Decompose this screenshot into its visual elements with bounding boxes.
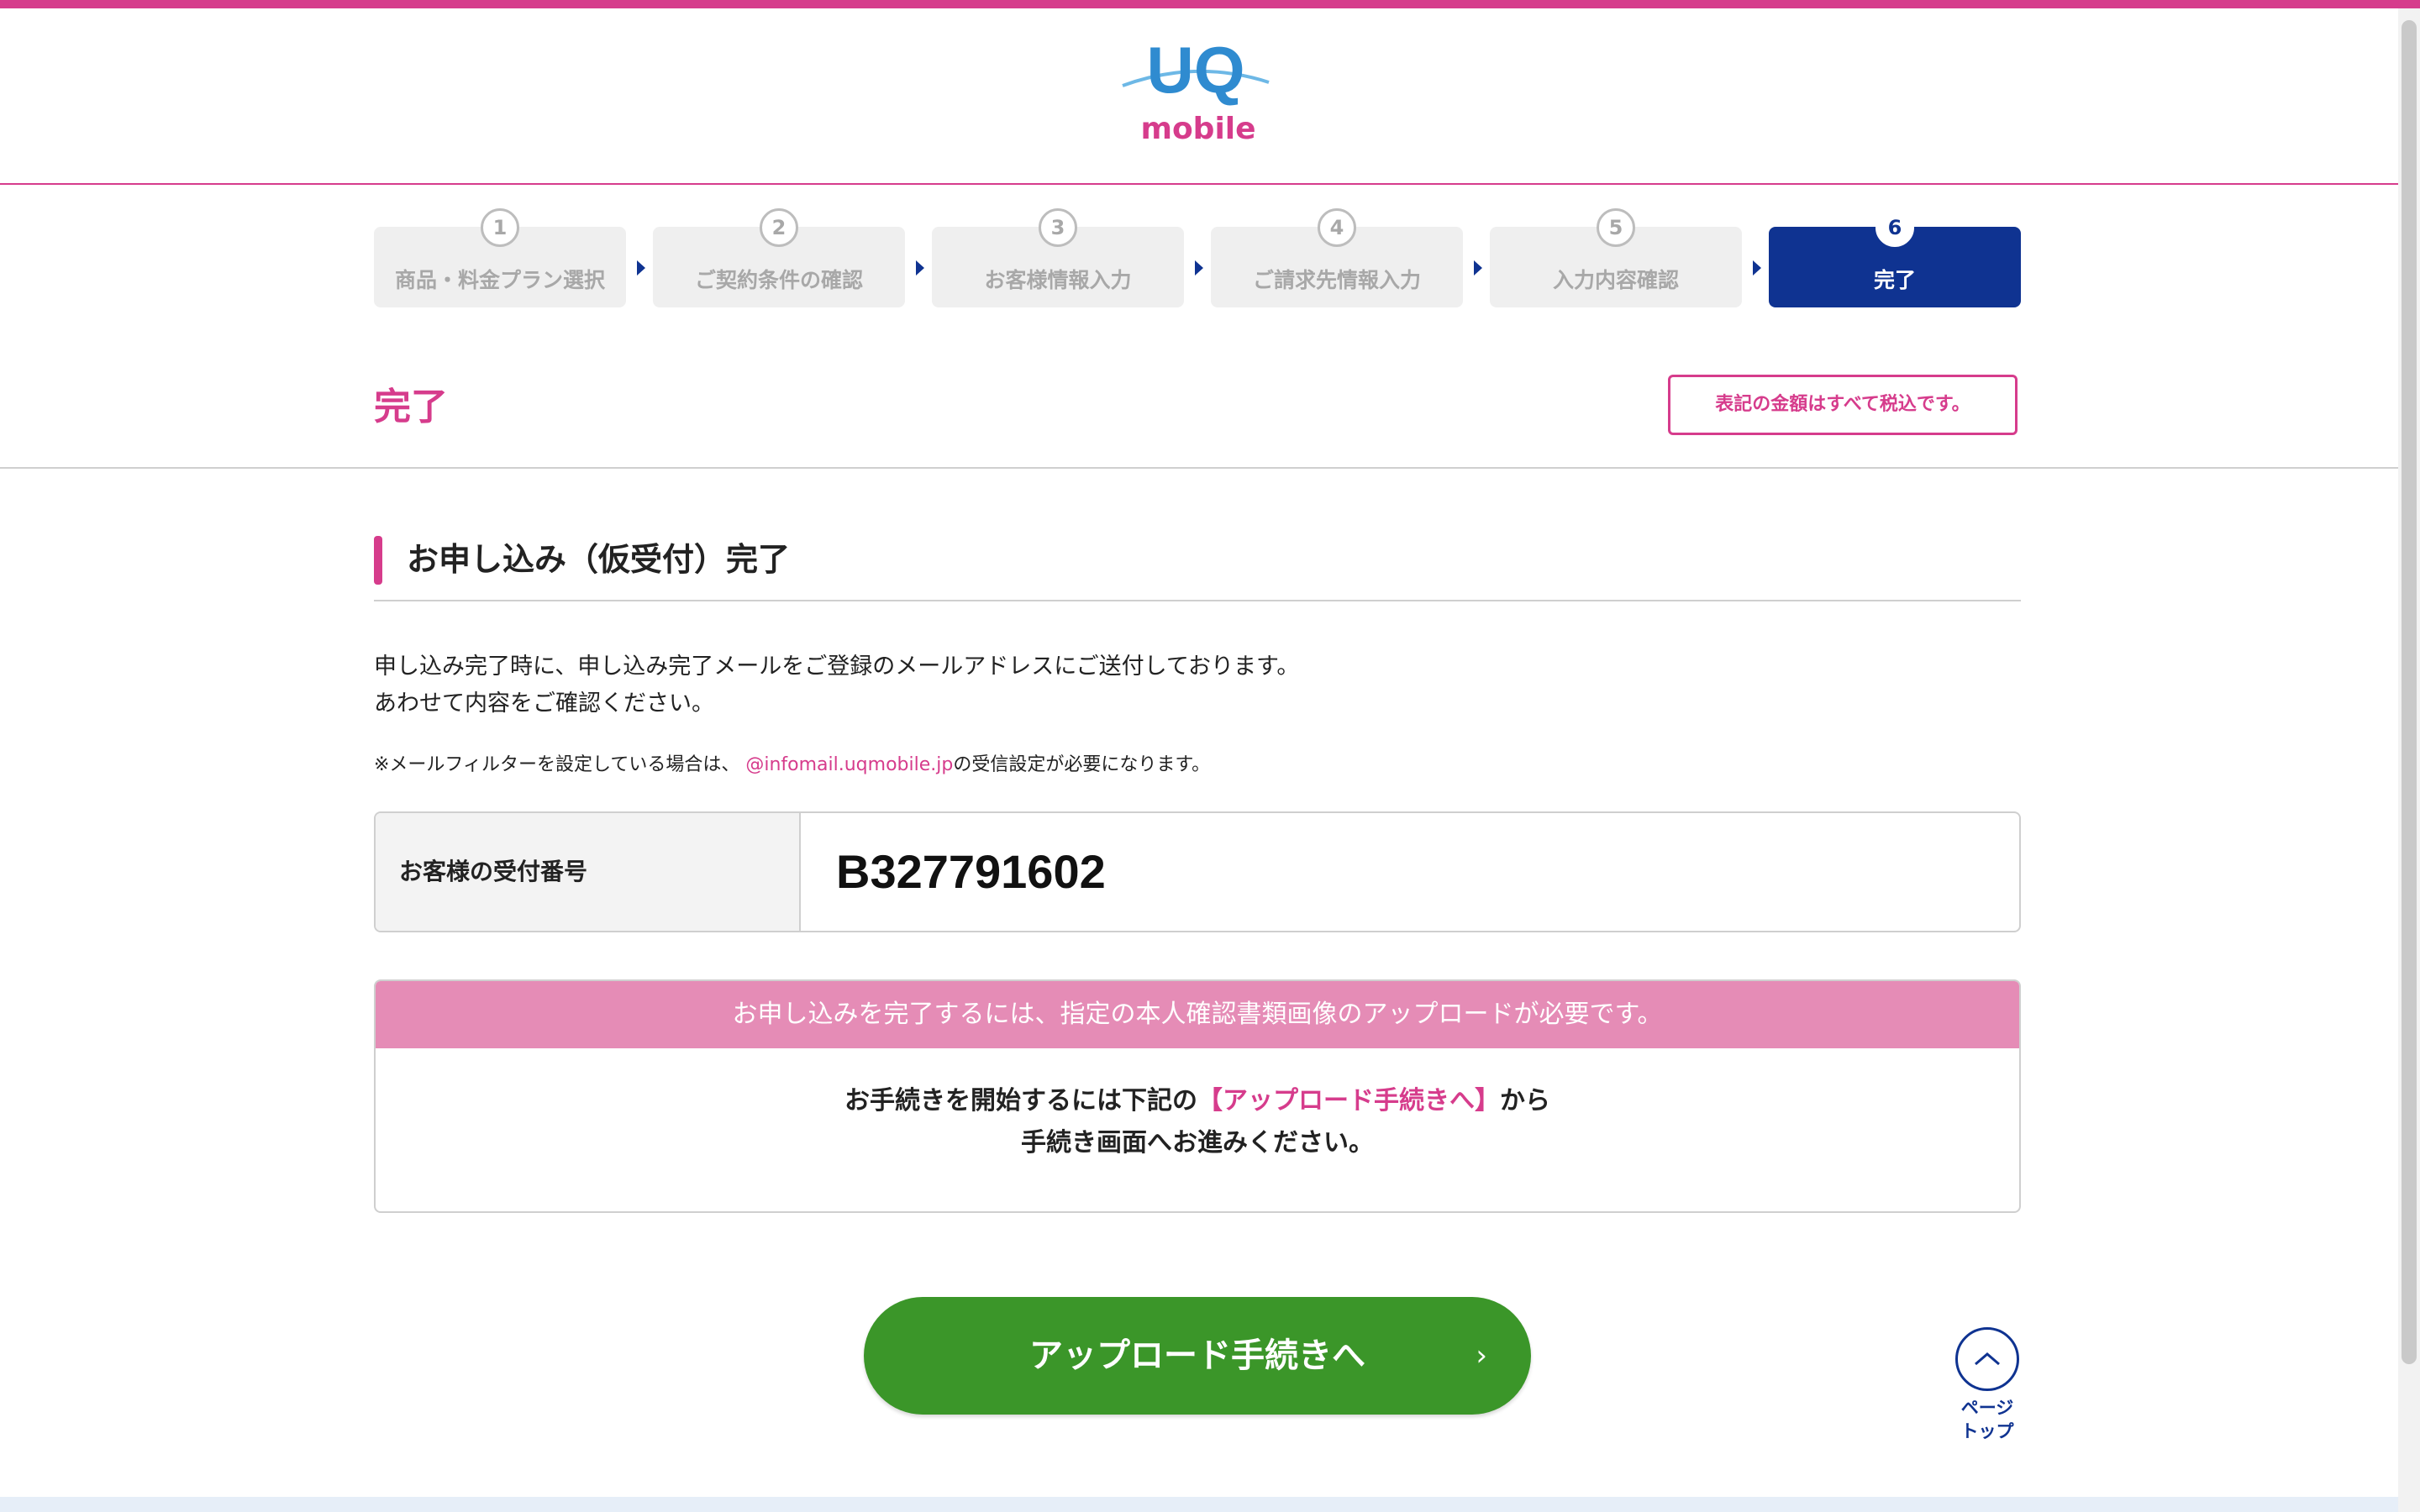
progress-steps: 1 商品・料金プラン選択 2 ご契約条件の確認 3 お客様情報入力 4 ご請求先… — [374, 208, 2021, 311]
notice-highlight: 【アップロード手続きへ】 — [1197, 1086, 1500, 1116]
notice-text: お手続きを開始するには下記の — [844, 1086, 1197, 1116]
tax-note-badge: 表記の金額はすべて税込です。 — [1668, 375, 2018, 435]
step-arrow-icon — [1195, 260, 1203, 276]
step-2: 2 ご契約条件の確認 — [653, 208, 905, 307]
receipt-number-label: お客様の受付番号 — [376, 813, 801, 931]
notice-line-1: お手続きを開始するには下記の【アップロード手続きへ】から — [376, 1080, 2019, 1122]
top-accent-bar — [0, 0, 2420, 8]
upload-procedure-button[interactable]: アップロード手続きへ › — [864, 1297, 1531, 1415]
step-number: 5 — [1597, 208, 1635, 247]
page-title: 完了 — [374, 386, 448, 428]
page-top-button[interactable]: ページ トップ — [1951, 1327, 2023, 1443]
notice-body: お手続きを開始するには下記の【アップロード手続きへ】から 手続き画面へお進みくだ… — [376, 1080, 2019, 1164]
page-top-line: ページ — [1960, 1398, 2014, 1418]
footer-band — [0, 1497, 2398, 1512]
step-4: 4 ご請求先情報入力 — [1211, 208, 1463, 307]
step-label: 商品・料金プラン選択 — [394, 268, 605, 292]
chevron-right-icon: › — [1476, 1339, 1487, 1373]
upload-notice-box: お申し込みを完了するには、指定の本人確認書類画像のアップロードが必要です。 お手… — [374, 979, 2021, 1213]
step-arrow-icon — [916, 260, 924, 276]
page-top-label: ページ トップ — [1951, 1396, 2023, 1443]
step-label: 入力内容確認 — [1552, 268, 1679, 292]
notice-header: お申し込みを完了するには、指定の本人確認書類画像のアップロードが必要です。 — [376, 981, 2019, 1048]
step-arrow-icon — [1753, 260, 1761, 276]
section-accent-bar — [374, 536, 382, 585]
divider — [374, 600, 2021, 601]
logo-top-text: UQ — [1147, 34, 1245, 107]
step-number: 1 — [481, 208, 519, 247]
scrollbar[interactable] — [2398, 8, 2420, 1512]
notice-line-2: 手続き画面へお進みください。 — [1021, 1128, 1374, 1158]
step-label: お客様情報入力 — [984, 268, 1132, 292]
step-arrow-icon — [1474, 260, 1482, 276]
divider — [0, 467, 2398, 469]
step-6: 6 完了 — [1769, 208, 2021, 307]
section-title: お申し込み（仮受付）完了 — [407, 541, 791, 578]
receipt-number-box: お客様の受付番号 B327791602 — [374, 811, 2021, 932]
uq-mobile-logo[interactable]: UQ mobile — [1116, 34, 1276, 151]
page-top-line: トップ — [1960, 1421, 2014, 1441]
mail-filter-note: ※メールフィルターを設定している場合は、 @infomail.uqmobile.… — [374, 749, 1210, 776]
step-arrow-icon — [637, 260, 645, 276]
description-line: あわせて内容をご確認ください。 — [374, 690, 714, 717]
scrollbar-thumb[interactable] — [2402, 20, 2417, 1364]
completion-description: 申し込み完了時に、申し込み完了メールをご登録のメールアドレスにご送付しております… — [374, 648, 1299, 722]
upload-button-label: アップロード手続きへ — [1029, 1336, 1365, 1375]
step-label: ご請求先情報入力 — [1252, 268, 1421, 292]
step-label: ご契約条件の確認 — [694, 268, 863, 292]
step-5: 5 入力内容確認 — [1490, 208, 1742, 307]
site-header: UQ mobile — [0, 8, 2398, 185]
description-line: 申し込み完了時に、申し込み完了メールをご登録のメールアドレスにご送付しております… — [374, 654, 1300, 680]
notice-text: から — [1500, 1086, 1550, 1116]
step-label: 完了 — [1873, 268, 1916, 292]
step-number: 3 — [1039, 208, 1077, 247]
logo-bottom-text: mobile — [1140, 112, 1255, 146]
step-3: 3 お客様情報入力 — [932, 208, 1184, 307]
step-1: 1 商品・料金プラン選択 — [374, 208, 626, 307]
chevron-up-icon[interactable] — [1955, 1327, 2019, 1391]
receipt-number-value: B327791602 — [836, 845, 1106, 898]
note-suffix: の受信設定が必要になります。 — [953, 754, 1211, 775]
step-number: 6 — [1876, 208, 1914, 247]
note-mail-address: @infomail.uqmobile.jp — [745, 754, 954, 775]
step-number: 2 — [760, 208, 798, 247]
step-number: 4 — [1318, 208, 1356, 247]
note-prefix: ※メールフィルターを設定している場合は、 — [374, 754, 740, 775]
